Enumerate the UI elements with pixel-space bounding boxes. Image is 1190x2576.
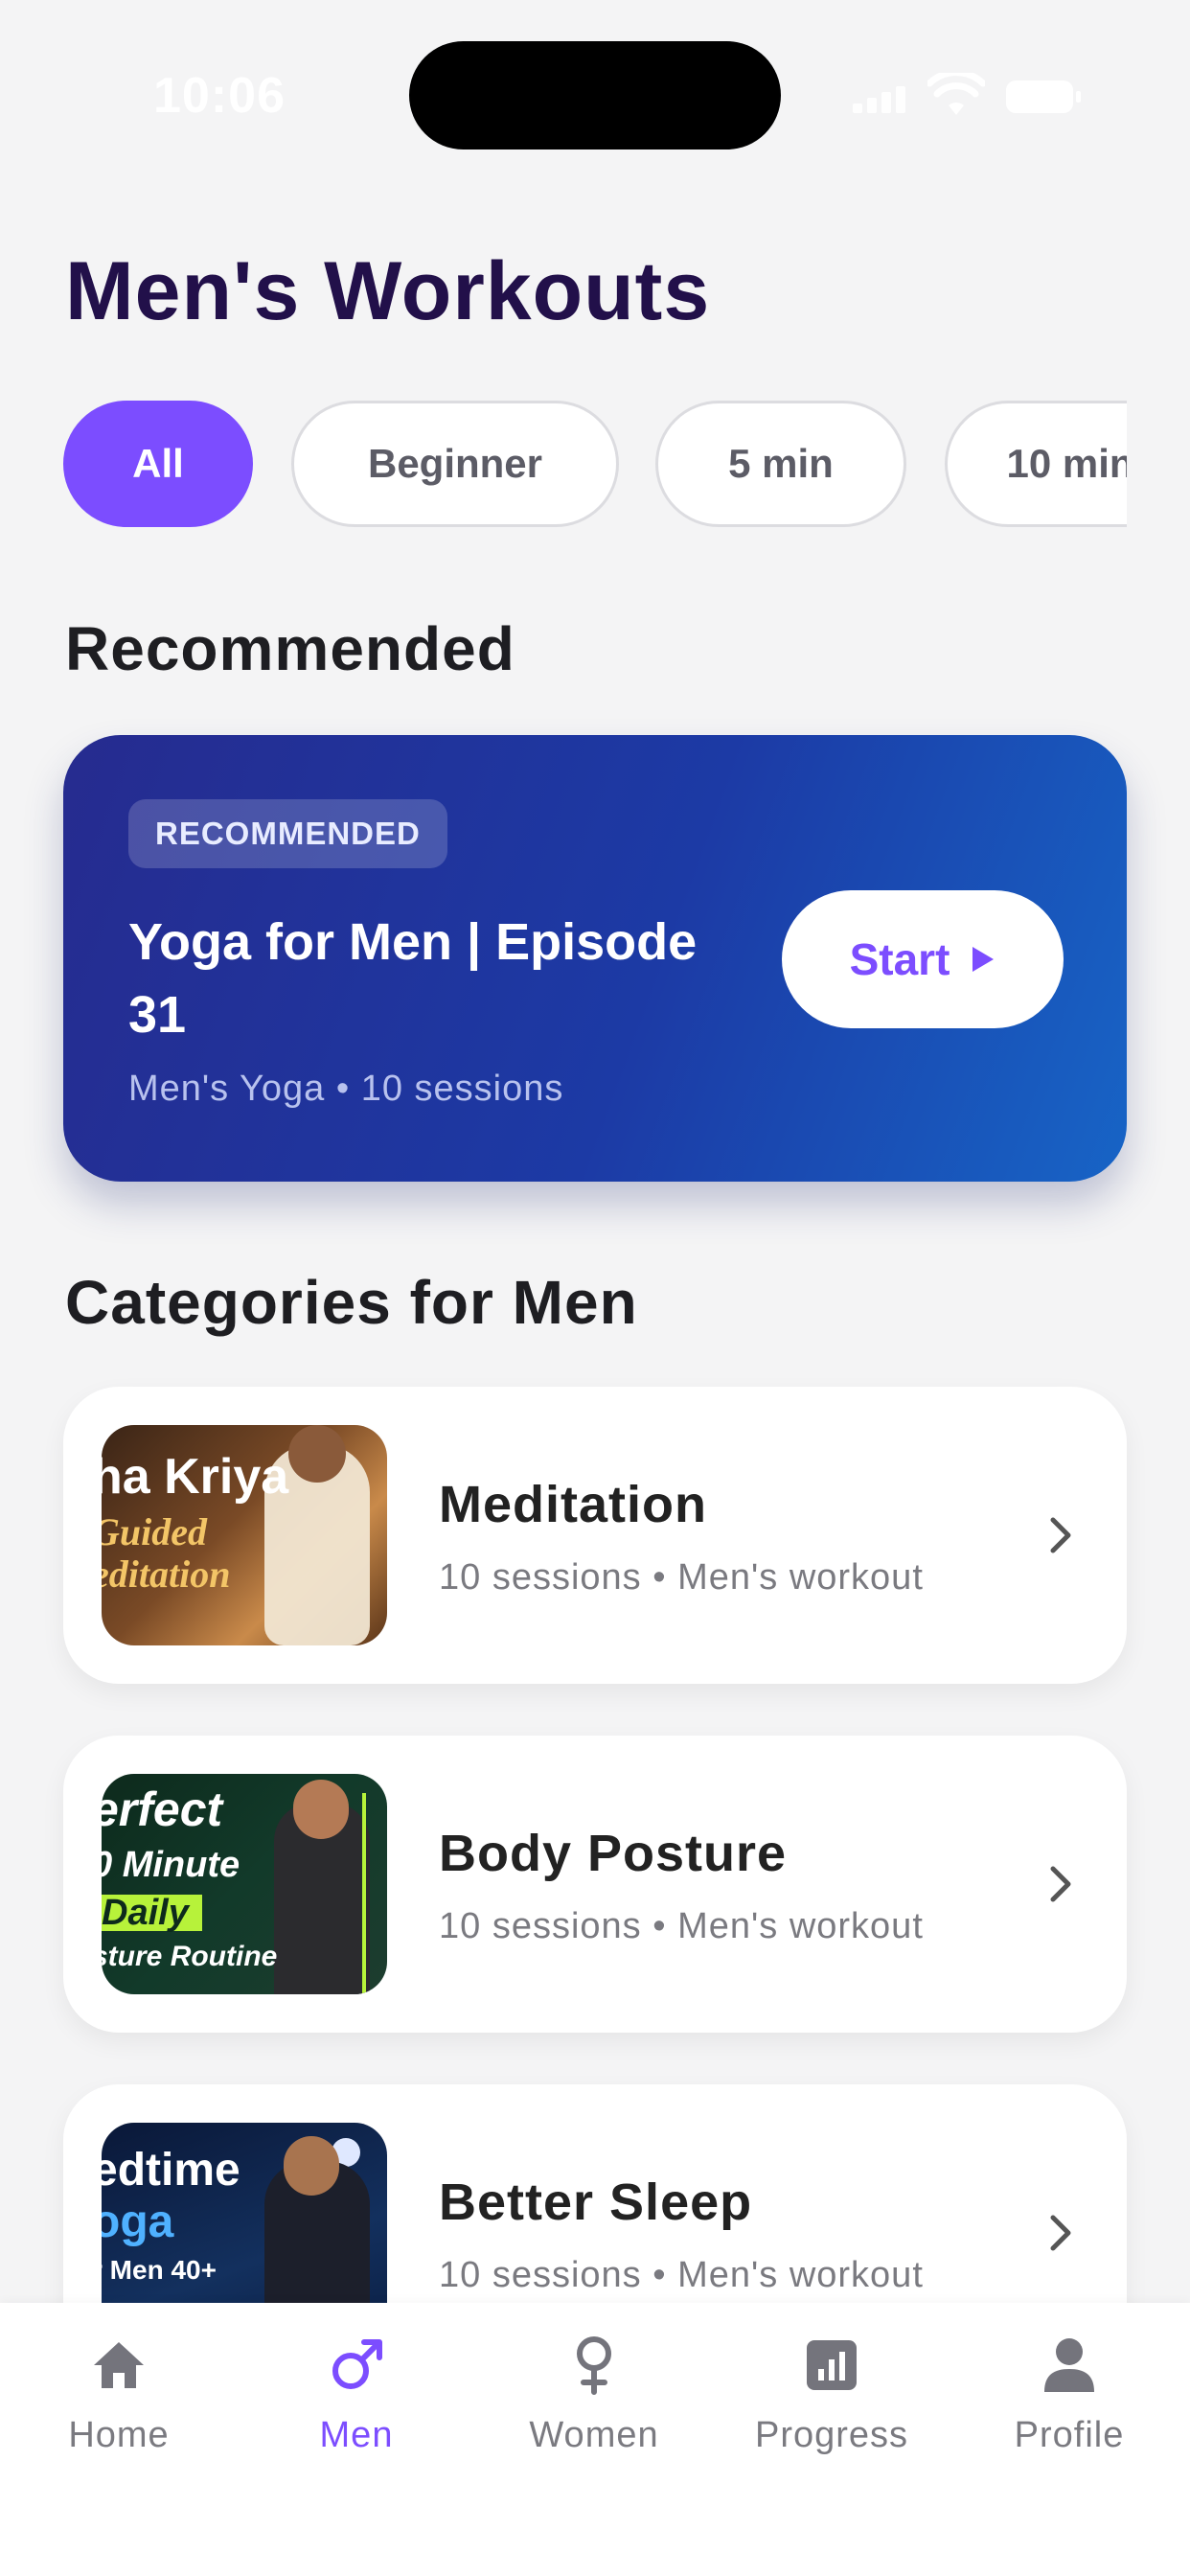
bottom-tab-bar: Home Men Women Progress Profile [0,2303,1190,2576]
battery-icon [1006,80,1081,113]
filter-chip-all[interactable]: All [63,401,253,527]
filter-chip-row[interactable]: All Beginner 5 min 10 min [63,401,1127,533]
thumbnail-caption: 0 Minute [102,1845,240,1885]
chart-icon [807,2340,857,2390]
category-card-body-posture[interactable]: erfect 0 Minute Daily sture Routine Body… [63,1736,1127,2033]
tab-label: Women [529,2415,659,2455]
filter-chip-5-min[interactable]: 5 min [655,401,906,527]
filter-chip-beginner[interactable]: Beginner [291,401,619,527]
thumbnail-caption: sture Routine [102,1941,278,1972]
category-name: Meditation [439,1476,707,1533]
tab-profile[interactable]: Profile [950,2327,1188,2456]
chevron-right-icon [1050,2215,1071,2251]
thumbnail-caption: Guided [102,1510,207,1553]
category-meta: 10 sessions • Men's workout [439,2255,924,2295]
thumbnail-caption: editation [102,1552,231,1596]
male-icon [332,2339,382,2389]
chevron-right-icon [1050,1866,1071,1902]
status-bar: 10:06 [0,0,1190,192]
wifi-icon [927,73,985,115]
thumbnail-caption: erfect [102,1782,223,1836]
thumbnail-caption: ha Kriya [102,1449,289,1505]
recommended-subtitle: Men's Yoga • 10 sessions [128,1069,564,1109]
filter-chip-10-min[interactable]: 10 min [945,401,1127,527]
thumbnail-caption: oga [102,2196,174,2247]
tab-men[interactable]: Men [238,2327,475,2456]
tab-progress[interactable]: Progress [713,2327,950,2456]
tab-label: Profile [1014,2415,1125,2455]
recommended-heading: Recommended [65,614,515,683]
thumbnail-caption: Daily [102,1895,202,1931]
home-icon [94,2342,144,2388]
chevron-right-icon [1050,1517,1071,1553]
thumbnail-caption: r Men 40+ [102,2255,217,2285]
start-button[interactable]: Start [782,890,1064,1028]
start-button-label: Start [849,934,950,984]
meditation-thumbnail: ha Kriya Guided editation [102,1425,387,1645]
status-time: 10:06 [153,68,286,124]
thumbnail-caption: edtime [102,2145,240,2196]
tab-women[interactable]: Women [475,2327,713,2456]
recommended-card[interactable]: RECOMMENDED Yoga for Men | Episode 31 Me… [63,735,1127,1182]
page-title: Men's Workouts [65,245,711,337]
tab-label: Progress [754,2415,909,2455]
body-posture-thumbnail: erfect 0 Minute Daily sture Routine [102,1774,387,1994]
cellular-signal-icon [853,86,905,113]
play-icon [973,947,995,972]
category-card-meditation[interactable]: ha Kriya Guided editation Meditation 10 … [63,1387,1127,1684]
tab-label: Home [68,2415,170,2455]
category-name: Better Sleep [439,2174,753,2231]
categories-heading: Categories for Men [65,1268,638,1337]
category-meta: 10 sessions • Men's workout [439,1557,924,1598]
recommended-badge: RECOMMENDED [128,799,447,868]
tab-home[interactable]: Home [0,2327,238,2456]
female-icon [577,2336,611,2395]
dynamic-island [409,41,781,150]
category-meta: 10 sessions • Men's workout [439,1906,924,1946]
tab-label: Men [319,2415,394,2455]
person-icon [1044,2338,1094,2392]
category-name: Body Posture [439,1825,788,1882]
recommended-title: Yoga for Men | Episode 31 [128,913,698,1044]
